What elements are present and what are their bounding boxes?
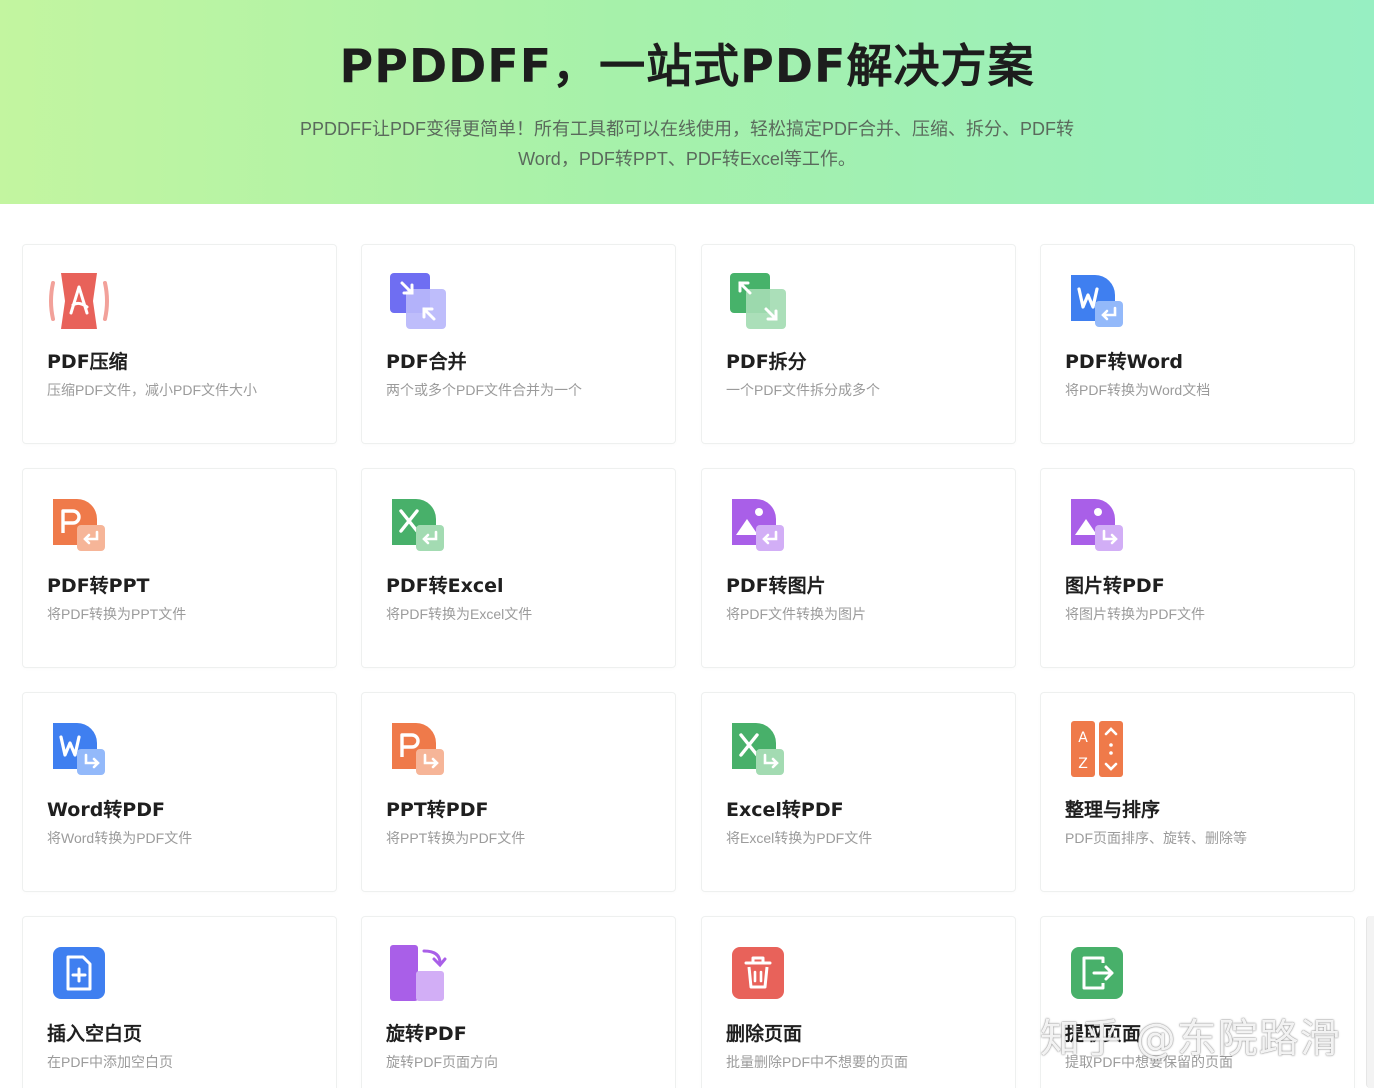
tool-description: 将PDF转换为Word文档 (1065, 382, 1211, 398)
tool-title: 图片转PDF (1065, 575, 1165, 597)
svg-text:A: A (1078, 730, 1088, 746)
tool-description: 将Excel转换为PDF文件 (726, 830, 873, 846)
tool-description: 两个或多个PDF文件合并为一个 (386, 382, 582, 398)
delete-icon (728, 943, 788, 1003)
rotate-icon (388, 943, 448, 1003)
tool-title: PPT转PDF (386, 799, 489, 821)
tool-card-ppt-to-pdf[interactable]: PPT转PDF 将PPT转换为PDF文件 (361, 692, 676, 892)
tool-card-pdf-to-image[interactable]: PDF转图片 将PDF文件转换为图片 (701, 468, 1016, 668)
tool-title: PDF压缩 (47, 351, 128, 373)
tool-title: 整理与排序 (1065, 799, 1161, 821)
tool-card-pdf-merge[interactable]: PDF合并 两个或多个PDF文件合并为一个 (361, 244, 676, 444)
tool-description: 批量删除PDF中不想要的页面 (726, 1054, 908, 1070)
tool-card-pdf-to-word[interactable]: PDF转Word 将PDF转换为Word文档 (1040, 244, 1355, 444)
tool-title: 提取页面 (1065, 1023, 1142, 1045)
tool-title: Word转PDF (47, 799, 165, 821)
tool-title: PDF转PPT (47, 575, 150, 597)
side-panel-edge (1366, 916, 1374, 1088)
tool-card-excel-to-pdf[interactable]: Excel转PDF 将Excel转换为PDF文件 (701, 692, 1016, 892)
split-icon (728, 271, 788, 331)
tool-description: PDF页面排序、旋转、删除等 (1065, 830, 1247, 846)
tool-description: 将Word转换为PDF文件 (47, 830, 193, 846)
tool-description: 将PDF文件转换为图片 (726, 606, 866, 622)
tool-title: Excel转PDF (726, 799, 844, 821)
tool-grid: PDF压缩 压缩PDF文件，减小PDF文件大小 PDF合并 两个或多个PDF文件… (0, 0, 1374, 1088)
merge-icon (388, 271, 448, 331)
tool-card-pdf-to-ppt[interactable]: PDF转PPT 将PDF转换为PPT文件 (22, 468, 337, 668)
sort-icon: AZ (1067, 719, 1127, 779)
tool-card-extract-pages[interactable]: 提取页面 提取PDF中想要保留的页面 (1040, 916, 1355, 1088)
ppt-icon (49, 495, 109, 555)
tool-card-image-to-pdf[interactable]: 图片转PDF 将图片转换为PDF文件 (1040, 468, 1355, 668)
tool-title: PDF转Word (1065, 351, 1183, 373)
tool-card-delete-pages[interactable]: 删除页面 批量删除PDF中不想要的页面 (701, 916, 1016, 1088)
tool-description: 提取PDF中想要保留的页面 (1065, 1054, 1233, 1070)
tool-description: 将PDF转换为PPT文件 (47, 606, 187, 622)
word-icon (1067, 271, 1127, 331)
tool-card-pdf-to-excel[interactable]: PDF转Excel 将PDF转换为Excel文件 (361, 468, 676, 668)
tool-card-pdf-split[interactable]: PDF拆分 一个PDF文件拆分成多个 (701, 244, 1016, 444)
tool-description: 将PDF转换为Excel文件 (386, 606, 533, 622)
tool-description: 一个PDF文件拆分成多个 (726, 382, 880, 398)
tool-description: 旋转PDF页面方向 (386, 1054, 498, 1070)
tool-card-organize-sort[interactable]: AZ 整理与排序 PDF页面排序、旋转、删除等 (1040, 692, 1355, 892)
tool-description: 压缩PDF文件，减小PDF文件大小 (47, 382, 257, 398)
extract-icon (1067, 943, 1127, 1003)
tool-card-word-to-pdf[interactable]: Word转PDF 将Word转换为PDF文件 (22, 692, 337, 892)
excel-icon (388, 495, 448, 555)
tool-description: 将PPT转换为PDF文件 (386, 830, 526, 846)
ppt-to-pdf-icon (388, 719, 448, 779)
tool-card-insert-blank-page[interactable]: 插入空白页 在PDF中添加空白页 (22, 916, 337, 1088)
tool-title: 插入空白页 (47, 1023, 143, 1045)
tool-title: PDF合并 (386, 351, 467, 373)
image-to-pdf-icon (1067, 495, 1127, 555)
tool-card-rotate-pdf[interactable]: 旋转PDF 旋转PDF页面方向 (361, 916, 676, 1088)
word-to-pdf-icon (49, 719, 109, 779)
tool-title: PDF拆分 (726, 351, 807, 373)
tool-title: PDF转Excel (386, 575, 504, 597)
tool-title: 删除页面 (726, 1023, 803, 1045)
image-icon (728, 495, 788, 555)
compress-icon (49, 271, 109, 331)
excel-to-pdf-icon (728, 719, 788, 779)
svg-text:Z: Z (1078, 756, 1088, 772)
insert-page-icon (49, 943, 109, 1003)
tool-description: 在PDF中添加空白页 (47, 1054, 173, 1070)
tool-title: 旋转PDF (386, 1023, 467, 1045)
tool-description: 将图片转换为PDF文件 (1065, 606, 1205, 622)
tool-card-pdf-compress[interactable]: PDF压缩 压缩PDF文件，减小PDF文件大小 (22, 244, 337, 444)
tool-title: PDF转图片 (726, 575, 826, 597)
